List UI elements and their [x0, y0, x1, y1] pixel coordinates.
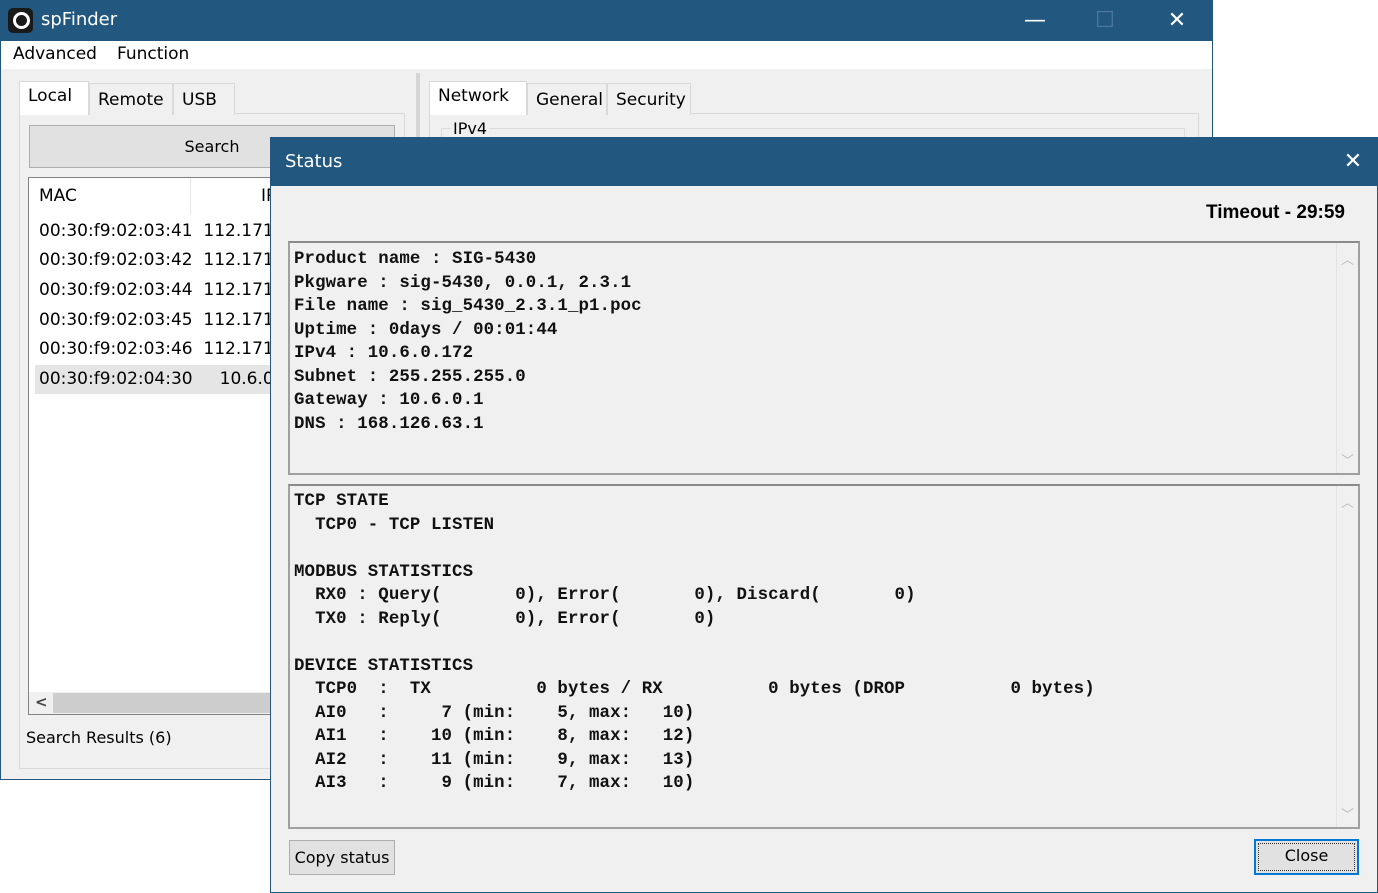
ip-cell: 112.171 [203, 250, 274, 270]
info-vertical-scrollbar[interactable]: ︿ ﹀ [1336, 243, 1358, 473]
mac-cell: 00:30:f9:02:04:30 [39, 369, 193, 389]
mac-cell: 00:30:f9:02:03:42 [39, 250, 193, 270]
mac-cell: 00:30:f9:02:03:46 [39, 339, 193, 359]
scroll-up-icon[interactable]: ︿ [1337, 492, 1358, 511]
tab-general[interactable]: General [527, 83, 607, 115]
mac-cell: 00:30:f9:02:03:44 [39, 280, 193, 300]
ip-cell: 112.171 [203, 280, 274, 300]
minimize-button[interactable]: — [1015, 5, 1055, 37]
search-results-label: Search Results (6) [26, 728, 172, 747]
close-button[interactable]: ✕ [1157, 5, 1197, 37]
scroll-left-icon[interactable]: < [35, 693, 48, 711]
column-header-mac[interactable]: MAC [39, 186, 77, 206]
timeout-label: Timeout - 29:59 [1205, 202, 1345, 223]
ip-cell: 112.171 [203, 310, 274, 330]
table-row[interactable]: 00:30:f9:02:03:41 112.171 [39, 217, 274, 246]
menu-advanced[interactable]: Advanced [13, 44, 97, 64]
dialog-close-icon[interactable]: ✕ [1333, 146, 1373, 178]
main-titlebar[interactable]: spFinder — ☐ ✕ [1, 1, 1212, 41]
device-info-textbox[interactable]: Product name : SIG-5430 Pkgware : sig-54… [288, 241, 1360, 475]
scroll-down-icon[interactable]: ﹀ [1337, 804, 1358, 823]
ipv4-group-label: IPv4 [451, 119, 490, 138]
ip-cell: 112.171 [203, 339, 274, 359]
app-search-icon [8, 8, 33, 33]
stats-vertical-scrollbar[interactable]: ︿ ﹀ [1336, 486, 1358, 827]
statistics-text: TCP STATE TCP0 - TCP LISTEN MODBUS STATI… [294, 492, 1095, 793]
column-divider[interactable] [190, 178, 191, 214]
ip-cell: 10.6.0 [219, 369, 274, 389]
menu-bar: Advanced Function [1, 41, 1212, 69]
statistics-textbox[interactable]: TCP STATE TCP0 - TCP LISTEN MODBUS STATI… [288, 484, 1360, 829]
tab-network[interactable]: Network [429, 81, 527, 115]
ip-cell: 112.171 [203, 221, 274, 241]
menu-function[interactable]: Function [117, 44, 189, 64]
dialog-title: Status [285, 151, 343, 172]
copy-status-button[interactable]: Copy status [289, 840, 395, 875]
status-titlebar[interactable]: Status ✕ [271, 138, 1377, 186]
maximize-button[interactable]: ☐ [1085, 5, 1125, 37]
status-dialog: Status ✕ Timeout - 29:59 Product name : … [270, 137, 1378, 893]
window-title: spFinder [41, 9, 118, 30]
table-row[interactable]: 00:30:f9:02:03:45 112.171 [39, 306, 274, 335]
table-row[interactable]: 00:30:f9:02:03:44 112.171 [39, 276, 274, 305]
scroll-up-icon[interactable]: ︿ [1337, 249, 1358, 268]
tab-remote[interactable]: Remote [89, 83, 173, 115]
tab-security[interactable]: Security [607, 83, 691, 115]
scroll-down-icon[interactable]: ﹀ [1337, 450, 1358, 469]
tab-usb[interactable]: USB [173, 83, 235, 115]
table-row[interactable]: 00:30:f9:02:03:46 112.171 [39, 335, 274, 364]
mac-cell: 00:30:f9:02:03:41 [39, 221, 193, 241]
mac-cell: 00:30:f9:02:03:45 [39, 310, 193, 330]
tab-local[interactable]: Local [19, 81, 89, 115]
table-row[interactable]: 00:30:f9:02:03:42 112.171 [39, 246, 274, 275]
close-dialog-button[interactable]: Close [1254, 839, 1359, 875]
device-info-text: Product name : SIG-5430 Pkgware : sig-54… [294, 250, 642, 434]
